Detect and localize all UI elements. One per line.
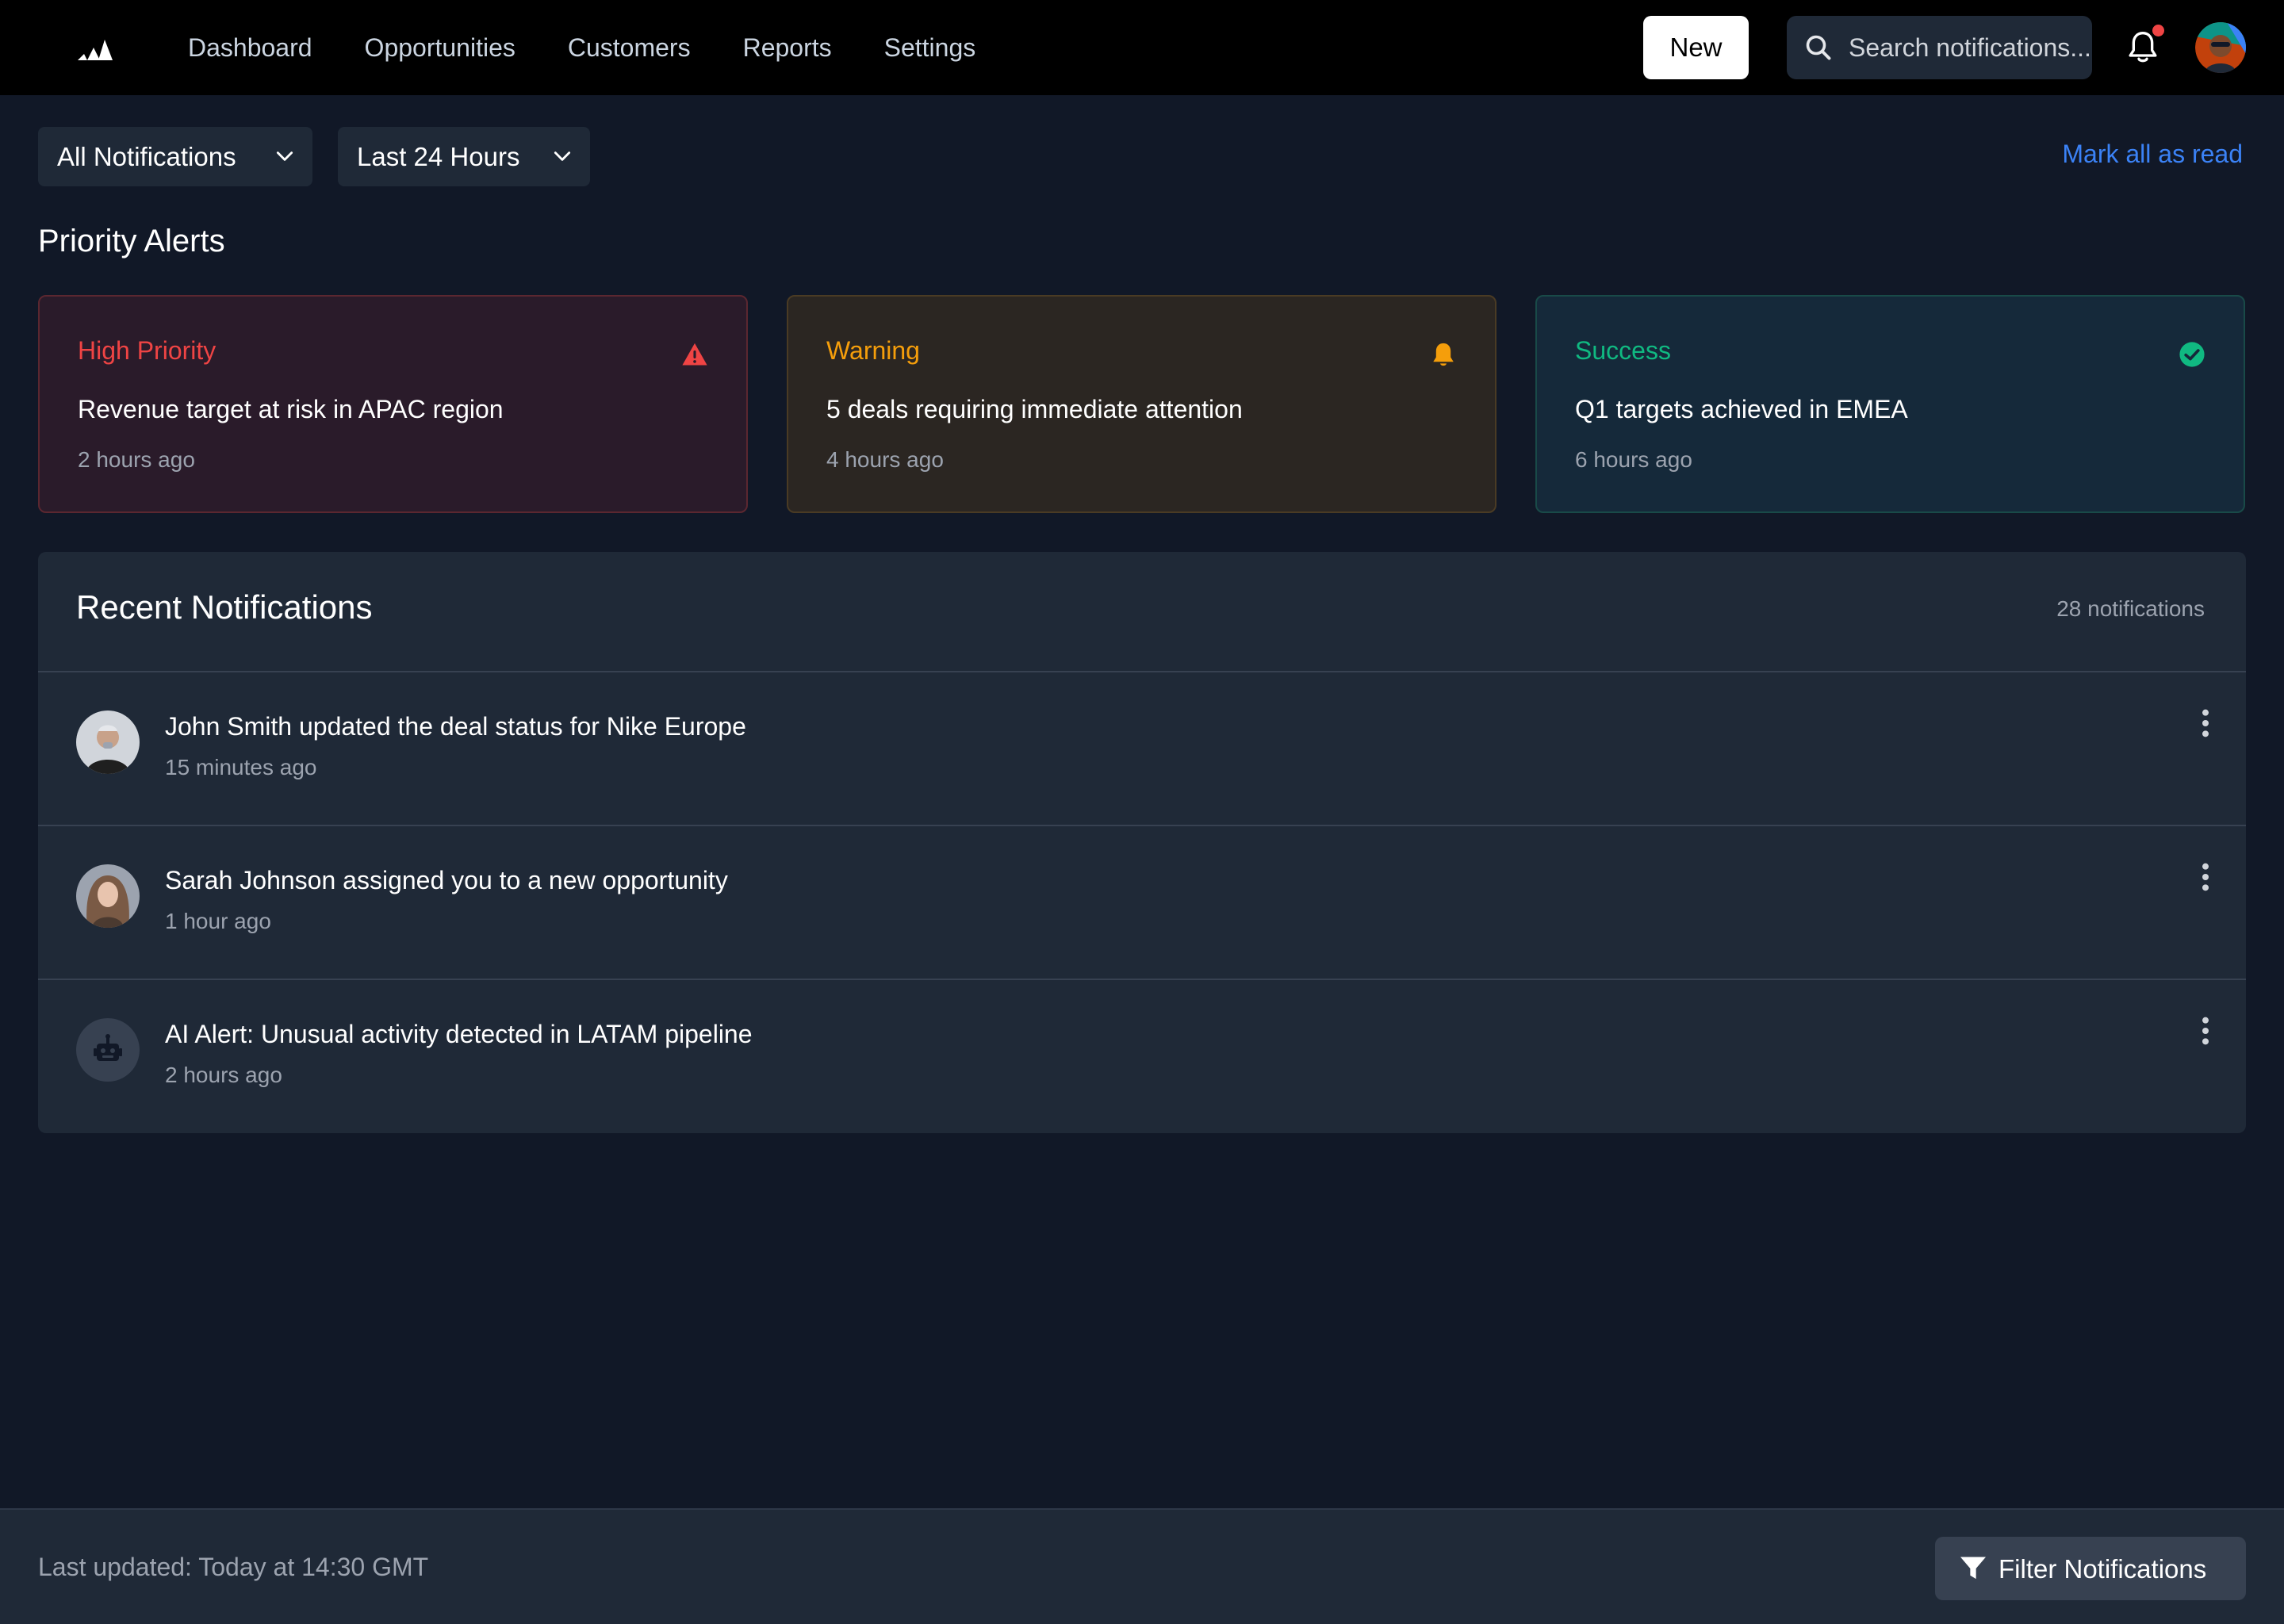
nav-opportunities[interactable]: Opportunities — [365, 33, 515, 63]
notification-row[interactable]: AI Alert: Unusual activity detected in L… — [38, 980, 2246, 1133]
notification-text: AI Alert: Unusual activity detected in L… — [165, 1020, 753, 1048]
more-options-icon[interactable] — [2194, 707, 2217, 739]
alert-card-warning[interactable]: Warning 5 deals requiring immediate atte… — [787, 295, 1496, 513]
alert-label: Warning — [826, 336, 920, 365]
priority-alerts-heading: Priority Alerts — [38, 224, 225, 259]
notification-type-dropdown[interactable]: All Notifications — [38, 127, 312, 186]
main-nav: Dashboard Opportunities Customers Report… — [188, 0, 1028, 95]
alert-title: Revenue target at risk in APAC region — [78, 395, 504, 423]
unread-dot — [2152, 25, 2164, 36]
search-input[interactable] — [1849, 16, 2092, 79]
more-options-icon[interactable] — [2194, 1015, 2217, 1047]
top-navigation-bar: Dashboard Opportunities Customers Report… — [0, 0, 2284, 95]
check-circle-icon — [2179, 342, 2205, 367]
last-updated-text: Last updated: Today at 14:30 GMT — [38, 1553, 429, 1581]
alert-time: 6 hours ago — [1575, 447, 1692, 472]
mark-all-read-link[interactable]: Mark all as read — [2062, 140, 2243, 169]
nav-settings[interactable]: Settings — [884, 33, 976, 63]
search-icon — [1806, 35, 1831, 60]
person-avatar — [76, 864, 140, 928]
notification-row[interactable]: John Smith updated the deal status for N… — [38, 672, 2246, 826]
notifications-bell-icon[interactable] — [2127, 30, 2159, 65]
alert-title: Q1 targets achieved in EMEA — [1575, 395, 1908, 423]
person-avatar — [76, 710, 140, 774]
notification-text: John Smith updated the deal status for N… — [165, 712, 746, 741]
filter-notifications-label: Filter Notifications — [1998, 1554, 2207, 1584]
notification-count: 28 notifications — [2056, 596, 2205, 621]
filter-funnel-icon — [1960, 1557, 1986, 1580]
alert-label: High Priority — [78, 336, 217, 365]
panel-header: Recent Notifications 28 notifications — [38, 552, 2246, 672]
notification-time: 15 minutes ago — [165, 755, 317, 779]
user-avatar[interactable] — [2195, 22, 2246, 73]
nav-customers[interactable]: Customers — [568, 33, 691, 63]
notification-type-value: All Notifications — [57, 141, 236, 171]
search-box — [1787, 16, 2092, 79]
filter-notifications-button[interactable]: Filter Notifications — [1935, 1537, 2246, 1600]
new-button[interactable]: New — [1643, 16, 1749, 79]
more-options-icon[interactable] — [2194, 861, 2217, 893]
alert-title: 5 deals requiring immediate attention — [826, 395, 1243, 423]
alert-card-success[interactable]: Success Q1 targets achieved in EMEA 6 ho… — [1535, 295, 2245, 513]
alert-card-high-priority[interactable]: High Priority Revenue target at risk in … — [38, 295, 748, 513]
alert-time: 4 hours ago — [826, 447, 944, 472]
notification-text: Sarah Johnson assigned you to a new oppo… — [165, 866, 728, 894]
robot-icon — [76, 1018, 140, 1082]
nav-dashboard[interactable]: Dashboard — [188, 33, 312, 63]
time-range-dropdown[interactable]: Last 24 Hours — [338, 127, 590, 186]
bell-icon — [1433, 343, 1454, 366]
recent-notifications-panel: Recent Notifications 28 notifications Jo… — [38, 552, 2246, 1133]
alert-label: Success — [1575, 336, 1671, 365]
time-range-value: Last 24 Hours — [357, 141, 520, 171]
notification-time: 1 hour ago — [165, 909, 271, 933]
recent-notifications-heading: Recent Notifications — [76, 588, 373, 626]
notification-row[interactable]: Sarah Johnson assigned you to a new oppo… — [38, 826, 2246, 980]
nav-reports[interactable]: Reports — [743, 33, 832, 63]
adidas-logo[interactable] — [76, 36, 116, 62]
chevron-down-icon — [276, 151, 293, 161]
alert-time: 2 hours ago — [78, 447, 195, 472]
warning-triangle-icon — [682, 343, 707, 366]
footer-bar: Last updated: Today at 14:30 GMT Filter … — [0, 1508, 2284, 1624]
chevron-down-icon — [554, 151, 571, 161]
notification-time: 2 hours ago — [165, 1063, 282, 1087]
